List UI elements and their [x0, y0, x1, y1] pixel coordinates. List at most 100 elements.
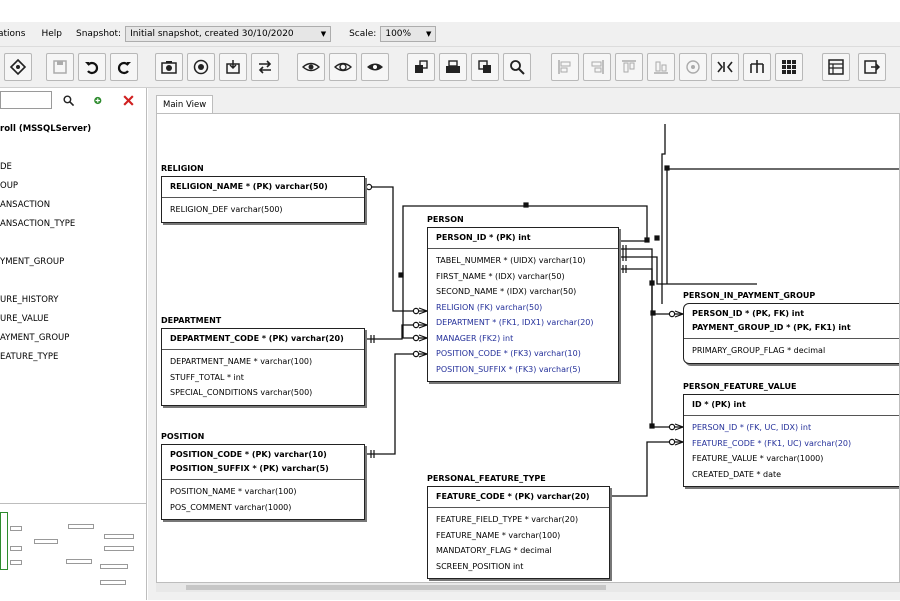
entity-attr-section: TABEL_NUMMER * (UIDX) varchar(10) FIRST_…: [428, 249, 618, 381]
tree-item[interactable]: [0, 139, 146, 158]
camera-button[interactable]: [155, 53, 183, 81]
entity-pk-column[interactable]: FEATURE_CODE * (PK) varchar(20): [436, 490, 601, 504]
entity-position[interactable]: POSITION_CODE * (PK) varchar(10) POSITIO…: [161, 444, 365, 520]
menu-help[interactable]: Help: [33, 29, 70, 39]
entity-pk-column[interactable]: ID * (PK) int: [692, 398, 898, 412]
eye-settings-button[interactable]: [329, 53, 357, 81]
entity-fk-column[interactable]: RELIGION (FK) varchar(50): [436, 300, 610, 316]
tree-item[interactable]: YMENT_GROUP: [0, 253, 146, 272]
snapshot-select[interactable]: Initial snapshot, created 30/10/2020 ▼: [125, 26, 332, 42]
entity-column[interactable]: CREATED_DATE * date: [692, 467, 898, 483]
bring-front-button[interactable]: [407, 53, 435, 81]
entity-column[interactable]: MANDATORY_FLAG * decimal: [436, 543, 601, 559]
entity-fk-column[interactable]: POSITION_SUFFIX * (FK3) varchar(5): [436, 362, 610, 378]
tree-item-database[interactable]: roll (MSSQLServer): [0, 120, 146, 139]
tree-item[interactable]: AYMENT_GROUP: [0, 329, 146, 348]
entity-column[interactable]: SECOND_NAME * (IDX) varchar(50): [436, 284, 610, 300]
entity-religion[interactable]: RELIGION_NAME * (PK) varchar(50) RELIGIO…: [161, 176, 365, 223]
tree-button[interactable]: [743, 53, 771, 81]
entity-pk-column[interactable]: DEPARTMENT_CODE * (PK) varchar(20): [170, 332, 356, 346]
tree-item[interactable]: EATURE_TYPE: [0, 348, 146, 367]
search-input[interactable]: [0, 91, 52, 109]
tree-item[interactable]: URE_HISTORY: [0, 291, 146, 310]
minimap-entity: [100, 580, 126, 585]
overview-minimap[interactable]: [0, 503, 146, 601]
tree-item[interactable]: DE: [0, 158, 146, 177]
add-item-button[interactable]: [88, 91, 108, 109]
swap-button[interactable]: [251, 53, 279, 81]
tree-icon: [750, 60, 764, 73]
eye-hide-button[interactable]: [361, 53, 389, 81]
entity-fk-column[interactable]: MANAGER (FK2) int: [436, 331, 610, 347]
horizontal-scrollbar[interactable]: [156, 583, 900, 592]
entity-fk-column[interactable]: PERSON_ID * (FK, UC, IDX) int: [692, 420, 898, 436]
entity-column[interactable]: TABEL_NUMMER * (UIDX) varchar(10): [436, 253, 610, 269]
align-left-button[interactable]: [551, 53, 579, 81]
entity-personal-feature-type[interactable]: FEATURE_CODE * (PK) varchar(20) FEATURE_…: [427, 486, 610, 579]
menu-operations[interactable]: ations: [0, 29, 33, 39]
tree-item[interactable]: ANSACTION: [0, 196, 146, 215]
send-back-button[interactable]: [439, 53, 467, 81]
refresh-button[interactable]: [471, 53, 499, 81]
chevron-down-icon: ▼: [425, 30, 432, 38]
entity-pk-column[interactable]: PAYMENT_GROUP_ID * (PK, FK1) int: [692, 321, 898, 335]
entity-column[interactable]: STUFF_TOTAL * int: [170, 370, 356, 386]
entity-fk-column[interactable]: POSITION_CODE * (FK3) varchar(10): [436, 346, 610, 362]
diagram-canvas[interactable]: RELIGION RELIGION_NAME * (PK) varchar(50…: [156, 113, 900, 583]
entity-column[interactable]: POSITION_NAME * varchar(100): [170, 484, 356, 500]
entity-column[interactable]: PRIMARY_GROUP_FLAG * decimal: [692, 343, 898, 359]
target-button[interactable]: [187, 53, 215, 81]
tree-item[interactable]: ANSACTION_TYPE: [0, 215, 146, 234]
tree-item[interactable]: OUP: [0, 177, 146, 196]
entity-pk-column[interactable]: PERSON_ID * (PK, FK) int: [692, 307, 898, 321]
entity-column[interactable]: FIRST_NAME * (IDX) varchar(50): [436, 269, 610, 285]
tab-main-view[interactable]: Main View: [156, 95, 214, 114]
scrollbar-thumb[interactable]: [186, 585, 606, 590]
relation-position-person: [365, 353, 427, 455]
entity-pk-column[interactable]: POSITION_SUFFIX * (PK) varchar(5): [170, 462, 356, 476]
entity-fk-column[interactable]: FEATURE_CODE * (FK1, UC) varchar(20): [692, 436, 898, 452]
tree-item[interactable]: URE_VALUE: [0, 310, 146, 329]
eye-button[interactable]: [297, 53, 325, 81]
export-button[interactable]: [858, 53, 886, 81]
align-bottom-button[interactable]: [647, 53, 675, 81]
entity-column[interactable]: DEPARTMENT_NAME * varchar(100): [170, 354, 356, 370]
entity-column[interactable]: RELIGION_DEF varchar(500): [170, 202, 356, 218]
align-center-button[interactable]: [679, 53, 707, 81]
entity-person[interactable]: PERSON_ID * (PK) int TABEL_NUMMER * (UID…: [427, 227, 619, 382]
entity-pk-column[interactable]: POSITION_CODE * (PK) varchar(10): [170, 448, 356, 462]
redo-button[interactable]: [110, 53, 138, 81]
menu-bar: ations Help Snapshot: Initial snapshot, …: [0, 22, 900, 47]
distribute-button[interactable]: [711, 53, 739, 81]
entity-person-feature-value[interactable]: ID * (PK) int PERSON_ID * (FK, UC, IDX) …: [683, 394, 899, 487]
scale-select[interactable]: 100% ▼: [380, 26, 437, 42]
entity-title-personal-feature-type: PERSONAL_FEATURE_TYPE: [427, 474, 546, 483]
undo-button[interactable]: [78, 53, 106, 81]
diamond-button[interactable]: [4, 53, 32, 81]
align-top-button[interactable]: [615, 53, 643, 81]
entity-person-in-payment-group[interactable]: PERSON_ID * (PK, FK) int PAYMENT_GROUP_I…: [683, 303, 899, 364]
align-right-button[interactable]: [583, 53, 611, 81]
tree-item[interactable]: [0, 234, 146, 253]
entity-fk-column[interactable]: DEPARTMENT * (FK1, IDX1) varchar(20): [436, 315, 610, 331]
import-button[interactable]: [219, 53, 247, 81]
entity-column[interactable]: FEATURE_NAME * varchar(100): [436, 528, 601, 544]
entity-column[interactable]: SPECIAL_CONDITIONS varchar(500): [170, 385, 356, 401]
table-button[interactable]: [822, 53, 850, 81]
entity-department[interactable]: DEPARTMENT_CODE * (PK) varchar(20) DEPAR…: [161, 328, 365, 406]
entity-column[interactable]: FEATURE_FIELD_TYPE * varchar(20): [436, 512, 601, 528]
bring-front-icon: [415, 60, 428, 73]
save-button[interactable]: [46, 53, 74, 81]
search-button[interactable]: [58, 91, 78, 109]
tree-item[interactable]: [0, 272, 146, 291]
entity-pk-column[interactable]: RELIGION_NAME * (PK) varchar(50): [170, 180, 356, 194]
find-button[interactable]: [503, 53, 531, 81]
entity-column[interactable]: SCREEN_POSITION int: [436, 559, 601, 575]
entity-column[interactable]: POS_COMMENT varchar(1000): [170, 500, 356, 516]
minimap-entity: [68, 524, 94, 529]
entity-column[interactable]: FEATURE_VALUE * varchar(1000): [692, 451, 898, 467]
grid-button[interactable]: [775, 53, 803, 81]
minimap-viewport[interactable]: [0, 512, 8, 570]
entity-pk-column[interactable]: PERSON_ID * (PK) int: [436, 231, 610, 245]
delete-item-button[interactable]: [118, 91, 138, 109]
